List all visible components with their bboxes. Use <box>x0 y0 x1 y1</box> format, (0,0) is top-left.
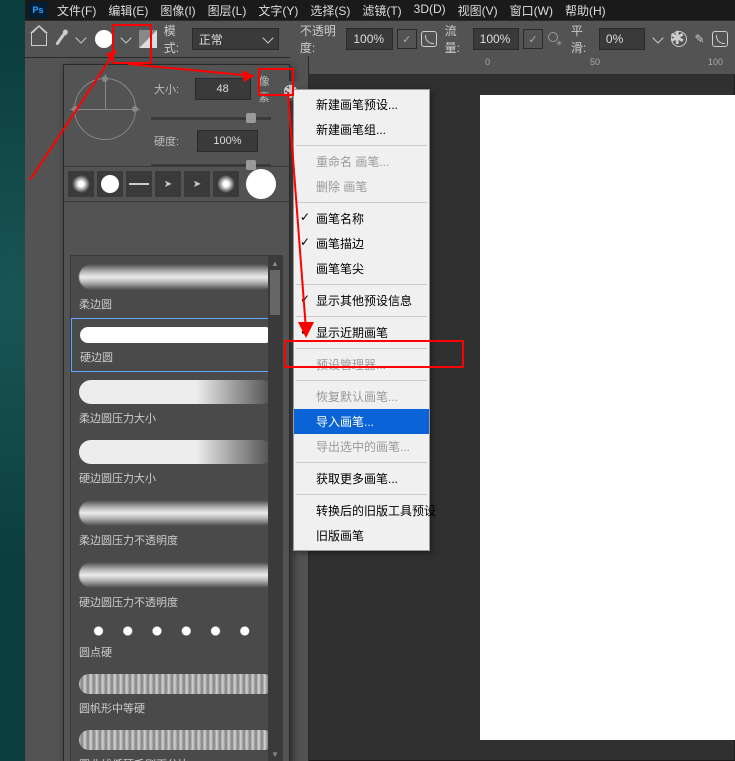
menu-滤镜(T)[interactable]: 滤镜(T) <box>356 2 407 19</box>
brush-preset-list[interactable]: 柔边圆硬边圆柔边圆压力大小硬边圆压力大小柔边圆压力不透明度硬边圆压力不透明度圆点… <box>70 255 283 761</box>
scroll-thumb[interactable] <box>270 270 280 315</box>
menu-item[interactable]: 获取更多画笔... <box>294 466 429 491</box>
menu-item[interactable]: 新建画笔预设... <box>294 92 429 117</box>
brush-name: 硬边圆压力不透明度 <box>79 592 274 612</box>
menu-item[interactable]: 画笔笔尖 <box>294 256 429 281</box>
document-canvas[interactable] <box>480 95 735 740</box>
flow-label: 流量: <box>442 22 469 56</box>
brush-name: 硬边圆压力大小 <box>79 468 274 488</box>
brush-panel-button[interactable] <box>139 28 157 50</box>
menu-item[interactable]: 转换后的旧版工具预设 <box>294 498 429 523</box>
menu-item: 删除 画笔 <box>294 174 429 199</box>
scrollbar[interactable]: ▲ ▼ <box>268 256 282 761</box>
brush-name: 柔边圆 <box>79 294 274 314</box>
tool-dropdown[interactable] <box>73 28 90 50</box>
brush-tip-soft[interactable] <box>68 171 94 197</box>
menu-图层(L)[interactable]: 图层(L) <box>202 2 253 19</box>
brush-tool-icon[interactable] <box>52 28 69 50</box>
menu-item: 重命名 画笔... <box>294 149 429 174</box>
airbrush-icon[interactable] <box>547 28 564 50</box>
brush-name: 圆帆形中等硬 <box>79 698 274 718</box>
size-slider[interactable] <box>151 117 271 120</box>
size-input[interactable] <box>195 78 251 100</box>
menu-窗口(W)[interactable]: 窗口(W) <box>504 2 559 19</box>
brush-preset-picker: 大小: 像素 硬度: 柔边圆硬边圆柔边圆压力大小 <box>63 64 290 761</box>
brush-preset-item[interactable]: 圆帆形中等硬 <box>71 666 282 722</box>
brush-angle-control[interactable] <box>74 78 136 140</box>
smoothing-options-icon[interactable] <box>670 28 687 50</box>
menu-item: 预设管理器... <box>294 352 429 377</box>
brush-preview[interactable] <box>94 28 114 50</box>
menu-item: 导出选中的画笔... <box>294 434 429 459</box>
menubar: Ps 文件(F)编辑(E)图像(I)图层(L)文字(Y)选择(S)滤镜(T)3D… <box>25 0 735 20</box>
size-unit: 像素 <box>259 73 279 105</box>
scroll-down-icon[interactable]: ▼ <box>268 747 282 761</box>
brush-tip-big[interactable] <box>246 169 276 199</box>
brush-preset-item[interactable]: 柔边圆 <box>71 256 282 318</box>
menu-图像(I)[interactable]: 图像(I) <box>154 2 201 19</box>
brush-name: 硬边圆 <box>80 347 273 367</box>
brush-name: 圆曲线低硬毛刷百分比 <box>79 754 274 761</box>
menu-item[interactable]: 导入画笔... <box>294 409 429 434</box>
brush-preset-item[interactable]: 圆点硬 <box>71 616 282 666</box>
brush-tip-soft2[interactable] <box>213 171 239 197</box>
brush-name: 圆点硬 <box>79 642 274 662</box>
horizontal-ruler[interactable]: 0 50 100 <box>290 56 735 75</box>
menu-视图(V)[interactable]: 视图(V) <box>452 2 504 19</box>
hardness-slider[interactable] <box>151 164 271 167</box>
hardness-label: 硬度: <box>151 133 189 149</box>
brush-tip-arrow2[interactable] <box>184 171 210 197</box>
brush-preset-item[interactable]: 圆曲线低硬毛刷百分比 <box>71 722 282 761</box>
brush-tip-hard[interactable] <box>97 171 123 197</box>
pressure-opacity-icon[interactable] <box>421 28 438 50</box>
hardness-input[interactable] <box>197 130 258 152</box>
brush-tip-arrow1[interactable] <box>155 171 181 197</box>
flow-pressure-toggle[interactable] <box>523 28 543 50</box>
opacity-field[interactable]: 100% <box>346 28 392 50</box>
options-bar: 模式: 正常 不透明度: 100% 流量: 100% 平滑: 0% ✎ <box>25 20 735 58</box>
menu-3D(D)[interactable]: 3D(D) <box>408 2 452 19</box>
menu-item[interactable]: 画笔名称 <box>294 206 429 231</box>
smoothing-field[interactable]: 0% <box>599 28 645 50</box>
menu-编辑(E)[interactable]: 编辑(E) <box>102 2 154 19</box>
brush-preset-item[interactable]: 硬边圆 <box>71 318 282 372</box>
smoothing-label: 平滑: <box>568 22 595 56</box>
brush-preset-item[interactable]: 硬边圆压力大小 <box>71 432 282 492</box>
symmetry-icon[interactable]: ✎ <box>691 28 708 50</box>
menu-帮助(H)[interactable]: 帮助(H) <box>559 2 612 19</box>
flow-field[interactable]: 100% <box>473 28 519 50</box>
size-label: 大小: <box>151 81 187 97</box>
menu-选择(S)[interactable]: 选择(S) <box>304 2 356 19</box>
brush-preset-item[interactable]: 硬边圆压力不透明度 <box>71 554 282 616</box>
pressure-size-icon[interactable] <box>712 28 729 50</box>
menu-item: 恢复默认画笔... <box>294 384 429 409</box>
opacity-pressure-toggle[interactable] <box>397 28 417 50</box>
brush-preset-dropdown[interactable] <box>118 28 135 50</box>
app-logo: Ps <box>29 2 47 18</box>
menu-item[interactable]: 画笔描边 <box>294 231 429 256</box>
scroll-up-icon[interactable]: ▲ <box>268 256 282 270</box>
brush-tip-row <box>64 166 289 202</box>
brush-name: 柔边圆压力不透明度 <box>79 530 274 550</box>
brush-preset-item[interactable]: 柔边圆压力不透明度 <box>71 492 282 554</box>
home-button[interactable] <box>31 28 48 50</box>
opacity-label: 不透明度: <box>297 22 343 56</box>
mode-select[interactable]: 正常 <box>192 28 279 50</box>
menu-文字(Y)[interactable]: 文字(Y) <box>252 2 304 19</box>
menu-item[interactable]: 旧版画笔 <box>294 523 429 548</box>
brush-name: 柔边圆压力大小 <box>79 408 274 428</box>
brush-tip-line1[interactable] <box>126 171 152 197</box>
menu-item[interactable]: 新建画笔组... <box>294 117 429 142</box>
menu-item[interactable]: 显示近期画笔 <box>294 320 429 345</box>
smoothing-dropdown[interactable] <box>649 28 666 50</box>
menu-item[interactable]: 显示其他预设信息 <box>294 288 429 313</box>
menu-文件(F)[interactable]: 文件(F) <box>51 2 102 19</box>
mode-label: 模式: <box>161 22 188 56</box>
brush-flyout-menu: 新建画笔预设...新建画笔组... 重命名 画笔...删除 画笔画笔名称画笔描边画… <box>293 89 430 551</box>
brush-preset-item[interactable]: 柔边圆压力大小 <box>71 372 282 432</box>
